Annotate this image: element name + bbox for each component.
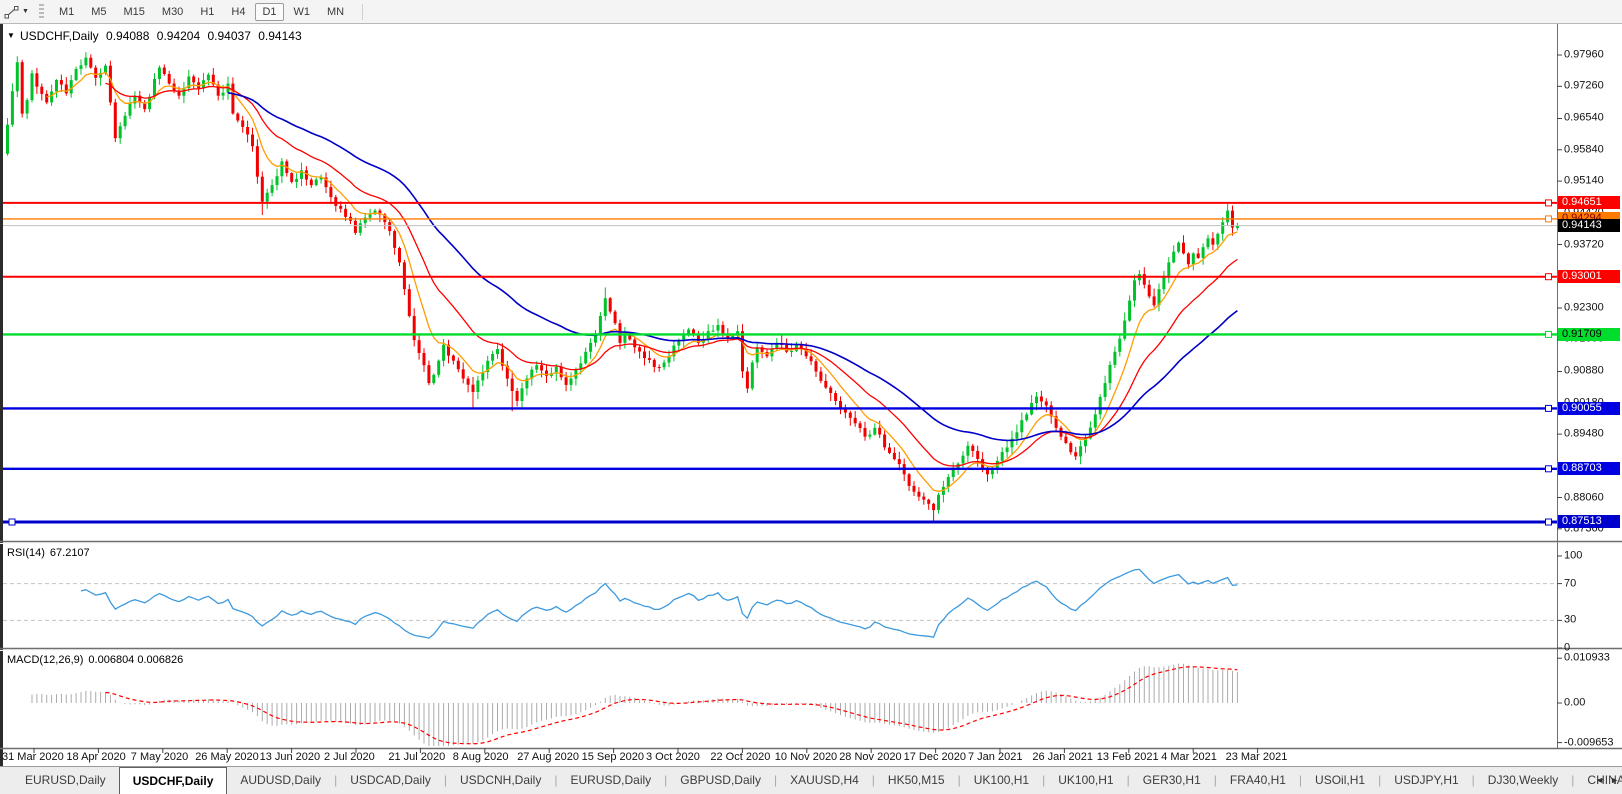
timeframe-button-m30[interactable]: M30: [155, 3, 190, 21]
timeframe-button-m15[interactable]: M15: [117, 3, 152, 21]
tab-scroll-arrows: ◄ ►: [1595, 767, 1619, 793]
timeframe-button-d1[interactable]: D1: [255, 3, 283, 21]
timeframe-toolbar: ▼ M1M5M15M30H1H4D1W1MN: [0, 0, 1622, 24]
trendline-tool-icon: [4, 5, 20, 19]
mt4-window: ▼ M1M5M15M30H1H4D1W1MN ▼ USDCHF,Daily 0.…: [0, 0, 1622, 794]
chart-tab-eurusd-daily[interactable]: EURUSD,Daily: [12, 767, 119, 794]
price-chart-svg[interactable]: [0, 0, 1622, 794]
chart-tab-audusd-daily[interactable]: AUDUSD,Daily: [227, 767, 334, 794]
timeframe-button-w1[interactable]: W1: [287, 3, 318, 21]
chart-tabs: EURUSD,DailyUSDCHF,DailyAUDUSD,Daily|USD…: [12, 767, 1622, 794]
chart-tab-ger30-h1[interactable]: GER30,H1: [1130, 767, 1214, 794]
chart-tab-usoil-h1[interactable]: USOil,H1: [1302, 767, 1378, 794]
chart-tab-eurusd-daily[interactable]: EURUSD,Daily: [557, 767, 664, 794]
chart-tab-uk100-h1[interactable]: UK100,H1: [961, 767, 1042, 794]
tab-scroll-right-icon[interactable]: ►: [1610, 775, 1619, 785]
timeframe-button-m5[interactable]: M5: [84, 3, 113, 21]
timeframe-button-h4[interactable]: H4: [224, 3, 252, 21]
chart-tab-xauusd-h4[interactable]: XAUUSD,H4: [777, 767, 872, 794]
dropdown-caret-icon[interactable]: ▼: [22, 8, 29, 15]
chart-tab-hk50-m15[interactable]: HK50,M15: [875, 767, 958, 794]
chart-tab-usdcnh-daily[interactable]: USDCNH,Daily: [447, 767, 554, 794]
tab-scroll-left-icon[interactable]: ◄: [1595, 775, 1604, 785]
chart-tab-usdchf-daily[interactable]: USDCHF,Daily: [119, 767, 228, 794]
chart-tab-usdcad-daily[interactable]: USDCAD,Daily: [337, 767, 444, 794]
toolbar-grip-handle[interactable]: [39, 4, 44, 20]
timeframe-buttons: M1M5M15M30H1H4D1W1MN: [52, 3, 354, 21]
timeframe-button-m1[interactable]: M1: [52, 3, 81, 21]
chart-tab-fra40-h1[interactable]: FRA40,H1: [1217, 767, 1299, 794]
chart-tab-uk100-h1[interactable]: UK100,H1: [1045, 767, 1126, 794]
timeframe-button-h1[interactable]: H1: [193, 3, 221, 21]
trendline-tool-button[interactable]: ▼: [4, 5, 29, 19]
toolbar-separator: [362, 4, 363, 20]
chart-stage: ▼ USDCHF,Daily 0.94088 0.94204 0.94037 0…: [0, 0, 1622, 794]
chart-tabs-bar: EURUSD,DailyUSDCHF,DailyAUDUSD,Daily|USD…: [0, 766, 1622, 794]
chart-tab-dj30-weekly[interactable]: DJ30,Weekly: [1475, 767, 1571, 794]
chart-tab-gbpusd-daily[interactable]: GBPUSD,Daily: [667, 767, 774, 794]
timeframe-button-mn[interactable]: MN: [320, 3, 351, 21]
chart-tab-usdjpy-h1[interactable]: USDJPY,H1: [1381, 767, 1471, 794]
